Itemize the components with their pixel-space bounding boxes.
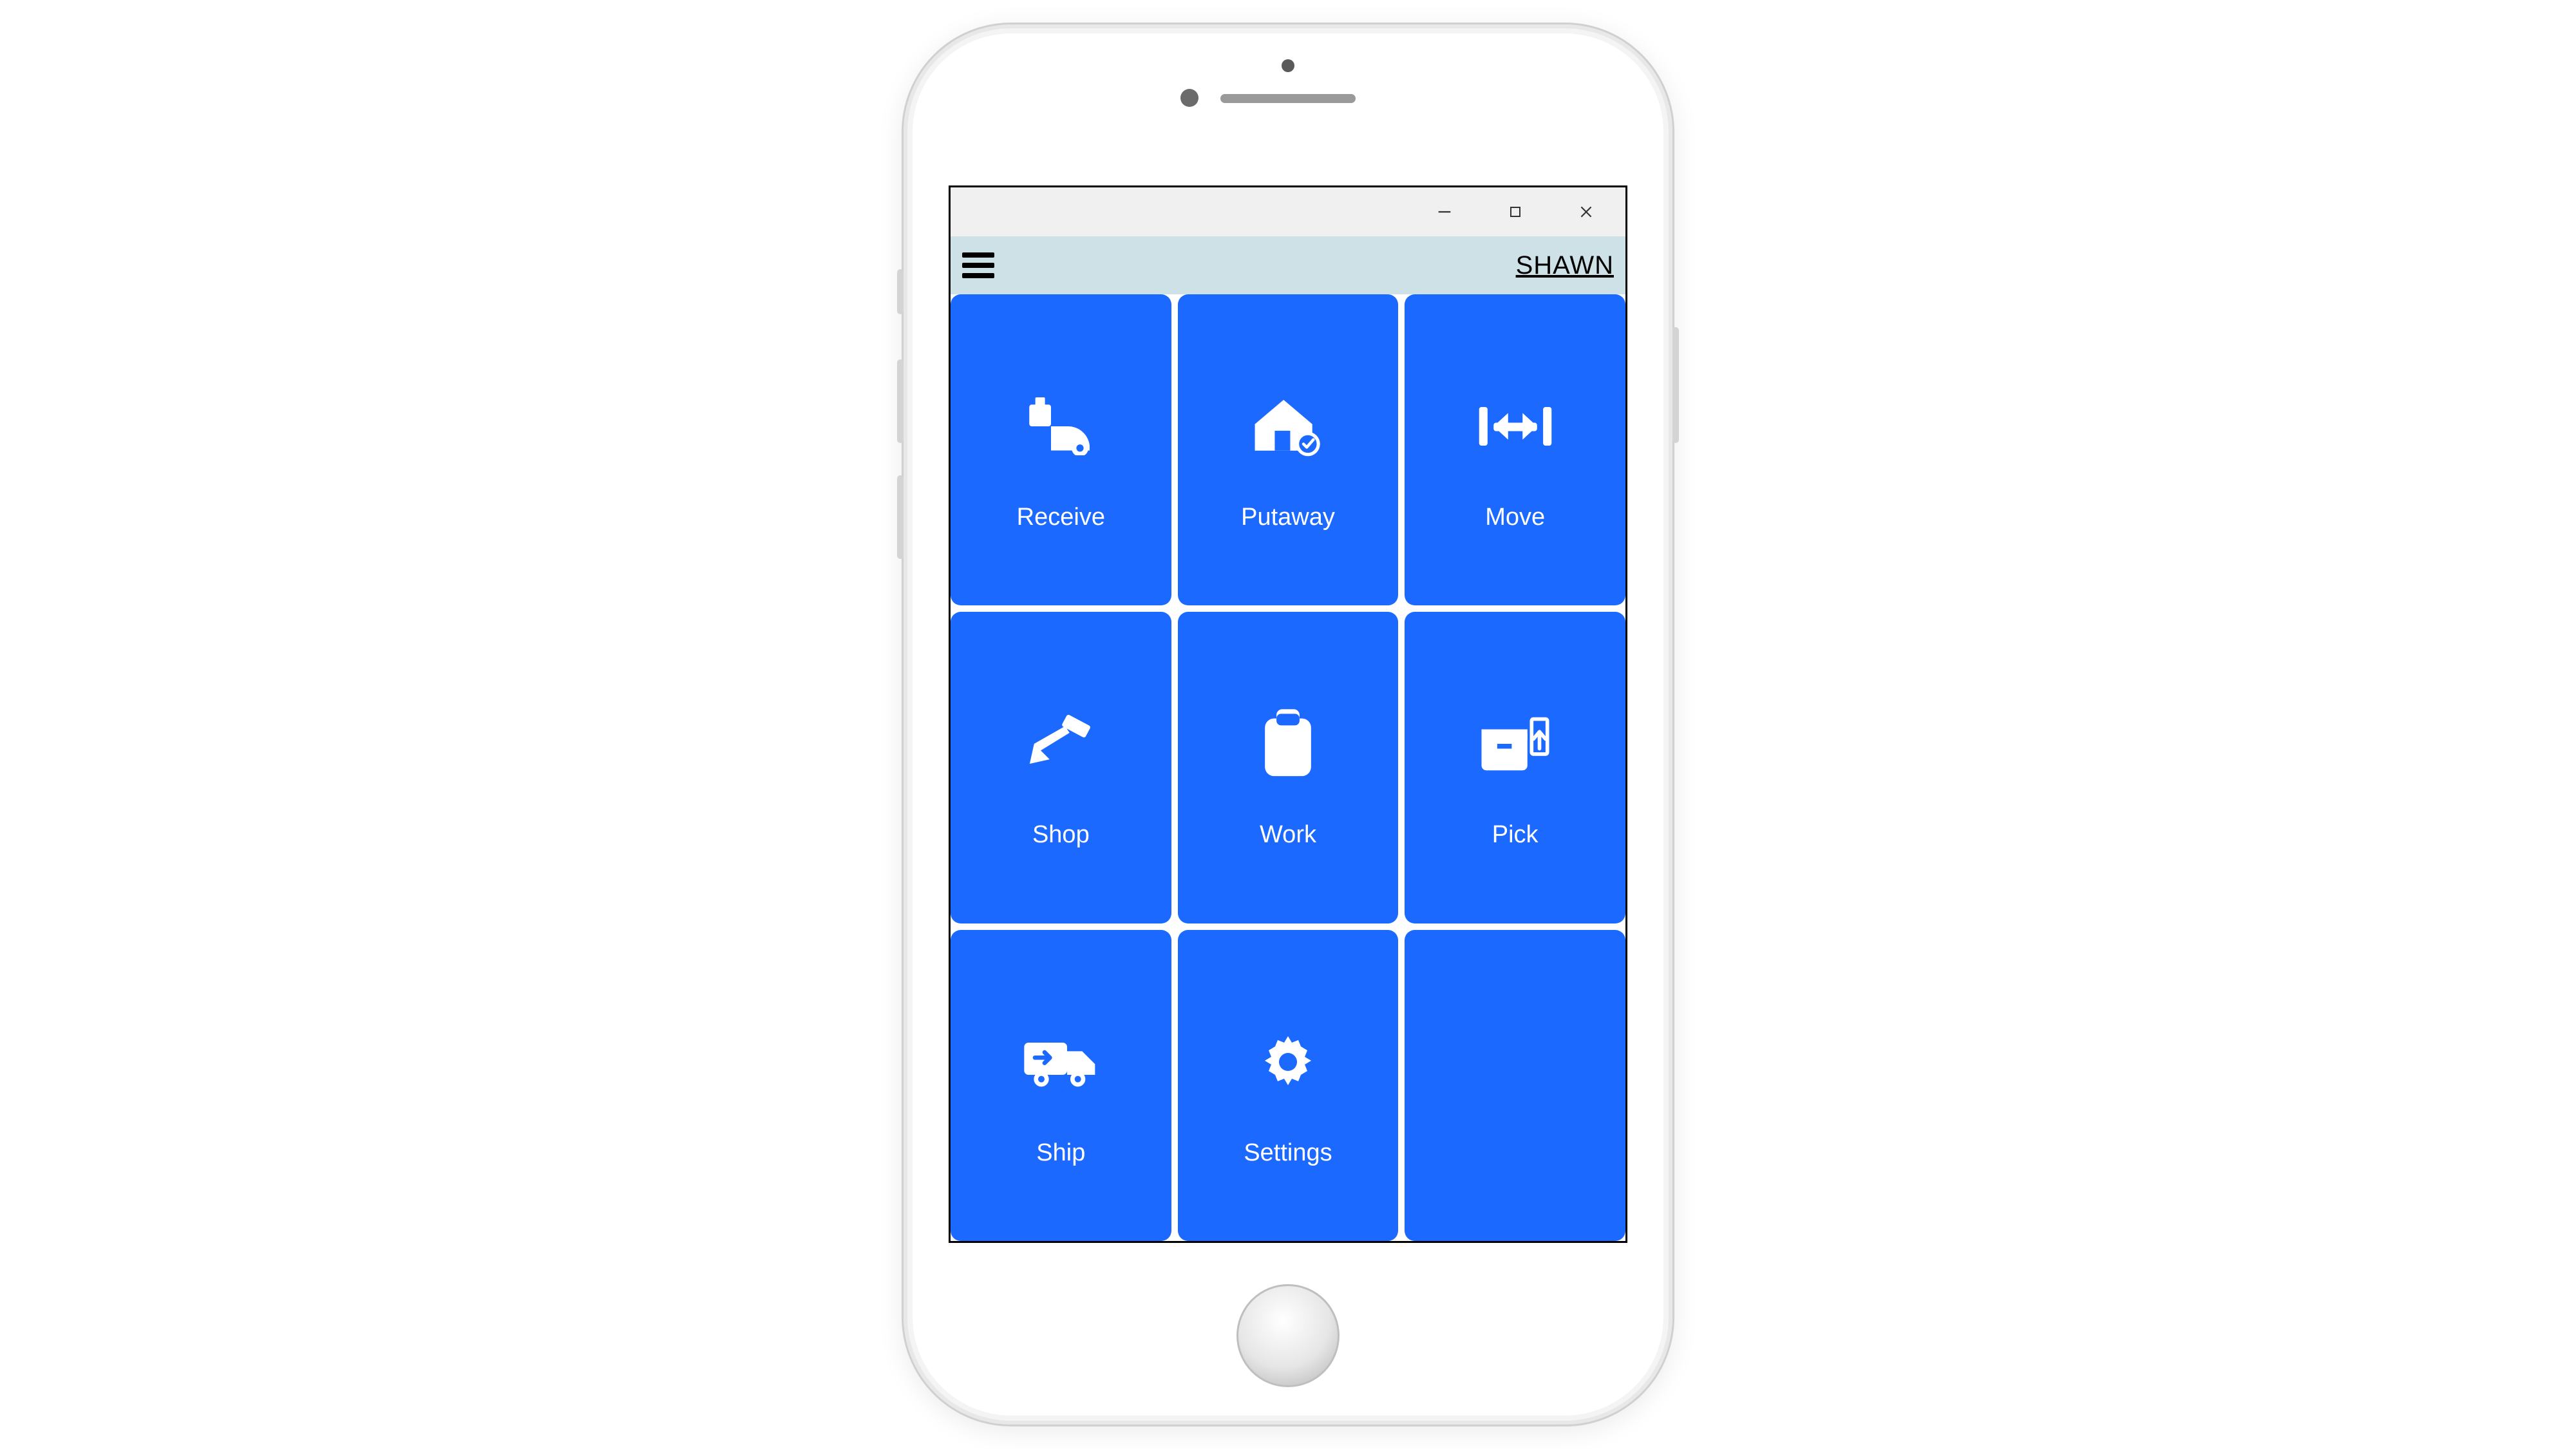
tile-label: Settings bbox=[1244, 1139, 1332, 1167]
work-icon bbox=[1249, 712, 1327, 776]
tile-putaway[interactable]: Putaway bbox=[1178, 294, 1399, 605]
phone-camera-icon bbox=[1282, 59, 1294, 72]
phone-side-button bbox=[897, 359, 904, 443]
window-titlebar bbox=[951, 187, 1625, 236]
phone-home-button[interactable] bbox=[1236, 1284, 1340, 1387]
tile-pick[interactable]: Pick bbox=[1405, 612, 1625, 923]
pick-icon bbox=[1477, 712, 1554, 776]
shop-icon bbox=[1022, 712, 1099, 776]
close-icon bbox=[1578, 204, 1595, 220]
maximize-icon bbox=[1508, 204, 1523, 220]
tile-label: Work bbox=[1260, 821, 1316, 849]
phone-side-button bbox=[897, 269, 904, 314]
tile-shop[interactable]: Shop bbox=[951, 612, 1171, 923]
app-window: SHAWN Receive bbox=[949, 185, 1627, 1243]
tile-empty bbox=[1405, 930, 1625, 1241]
window-close-button[interactable] bbox=[1551, 187, 1622, 236]
tile-label: Ship bbox=[1036, 1139, 1085, 1167]
tile-ship[interactable]: Ship bbox=[951, 930, 1171, 1241]
phone-side-button bbox=[1672, 327, 1679, 443]
ship-icon bbox=[1022, 1030, 1099, 1094]
tile-grid: Receive Putaway bbox=[951, 294, 1625, 1241]
tile-settings[interactable]: Settings bbox=[1178, 930, 1399, 1241]
tile-receive[interactable]: Receive bbox=[951, 294, 1171, 605]
window-maximize-button[interactable] bbox=[1480, 187, 1551, 236]
phone-side-button bbox=[897, 475, 904, 559]
tile-move[interactable]: Move bbox=[1405, 294, 1625, 605]
hamburger-icon bbox=[962, 273, 994, 278]
phone-frame: SHAWN Receive bbox=[902, 23, 1674, 1426]
tile-label: Shop bbox=[1032, 821, 1090, 849]
move-icon bbox=[1477, 394, 1554, 459]
app-header: SHAWN bbox=[951, 236, 1625, 294]
user-label[interactable]: SHAWN bbox=[1516, 251, 1614, 280]
hamburger-icon bbox=[962, 263, 994, 268]
putaway-icon bbox=[1249, 394, 1327, 459]
tile-label: Pick bbox=[1492, 821, 1539, 849]
window-minimize-button[interactable] bbox=[1409, 187, 1480, 236]
settings-icon bbox=[1249, 1030, 1327, 1094]
phone-sensor-icon bbox=[1180, 89, 1198, 107]
receive-icon bbox=[1022, 394, 1099, 459]
hamburger-icon bbox=[962, 252, 994, 258]
menu-button[interactable] bbox=[962, 252, 994, 278]
phone-earpiece bbox=[1220, 94, 1356, 103]
tile-label: Receive bbox=[1017, 504, 1105, 531]
tile-work[interactable]: Work bbox=[1178, 612, 1399, 923]
minimize-icon bbox=[1435, 203, 1454, 221]
tile-label: Move bbox=[1485, 504, 1545, 531]
tile-label: Putaway bbox=[1241, 504, 1335, 531]
